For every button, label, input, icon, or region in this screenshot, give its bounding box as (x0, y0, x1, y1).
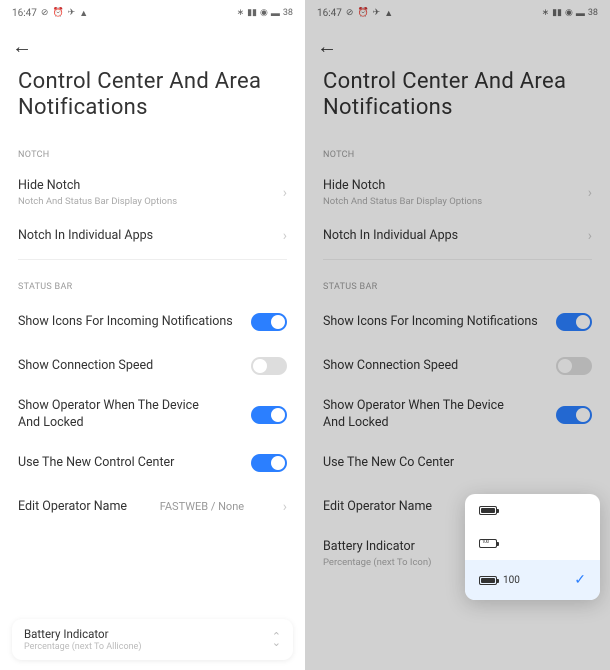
edit-operator-label: Edit Operator Name (323, 499, 432, 515)
page-title: Control Center And Area Notifications (305, 63, 610, 132)
row-edit-operator[interactable]: Edit Operator Name FASTWEB / None › (0, 485, 305, 529)
battery-icon: ▬ (271, 8, 280, 19)
row-conn-speed[interactable]: Show Connection Speed (0, 344, 305, 388)
conn-speed-label: Show Connection Speed (323, 358, 458, 374)
row-show-icons[interactable]: Show Icons For Incoming Notifications (0, 300, 305, 344)
status-time: 16:47 (12, 8, 37, 19)
cloud-icon: ▲ (79, 8, 88, 19)
use-cc-label: Use The New Co Center (323, 455, 454, 471)
wifi-icon: ◉ (260, 8, 268, 18)
row-show-icons[interactable]: Show Icons For Incoming Notifications (305, 300, 610, 344)
updown-icon: ⌃⌄ (272, 634, 281, 645)
row-show-operator[interactable]: Show Operator When The Device And Locked (0, 388, 305, 441)
back-row: ← (0, 26, 305, 63)
row-hide-notch[interactable]: Hide Notch Notch And Status Bar Display … (0, 168, 305, 218)
show-icons-toggle[interactable] (556, 313, 592, 331)
wifi-icon: ◉ (565, 8, 573, 18)
chevron-icon: › (588, 228, 592, 244)
conn-speed-label: Show Connection Speed (18, 358, 153, 374)
row-notch-apps[interactable]: Notch In Individual Apps › (305, 217, 610, 255)
show-operator-label: Show Operator When The Device And Locked (323, 398, 523, 431)
battery-indicator-card[interactable]: Battery Indicator Percentage (next To Al… (12, 619, 293, 660)
battery-number-icon (479, 539, 497, 548)
battery-filled-icon (479, 506, 497, 515)
show-operator-toggle[interactable] (251, 406, 287, 424)
chevron-icon: › (283, 185, 287, 201)
battery-icon: ▬ (576, 8, 585, 19)
back-row: ← (305, 26, 610, 63)
telegram-icon: ✈ (373, 8, 381, 18)
signal-icon: ▮▮ (552, 8, 562, 18)
alarm-icon: ⏰ (52, 8, 63, 18)
conn-speed-toggle[interactable] (251, 357, 287, 375)
divider (18, 259, 287, 260)
battery-ind-label: Battery Indicator (24, 627, 141, 641)
hide-notch-label: Hide Notch (323, 178, 580, 194)
edit-operator-label: Edit Operator Name (18, 499, 127, 515)
telegram-icon: ✈ (68, 8, 76, 18)
battery-pct: 38 (283, 8, 293, 18)
popup-option-filled[interactable] (465, 494, 600, 527)
use-cc-toggle[interactable] (251, 454, 287, 472)
chevron-icon: › (283, 228, 287, 244)
popup-pct-label: 100 (503, 575, 520, 586)
status-time: 16:47 (317, 8, 342, 19)
row-use-cc[interactable]: Use The New Co Center (305, 441, 610, 485)
row-conn-speed[interactable]: Show Connection Speed (305, 344, 610, 388)
battery-pct: 38 (588, 8, 598, 18)
status-bar: 16:47 ⊘ ⏰ ✈ ▲ ∗ ▮▮ ◉ ▬ 38 (0, 0, 305, 26)
cloud-icon: ▲ (384, 8, 393, 19)
show-icons-toggle[interactable] (251, 313, 287, 331)
edit-operator-value: FASTWEB / None (160, 500, 244, 513)
back-button[interactable]: ← (12, 34, 32, 59)
screen-right: 16:47 ⊘ ⏰ ✈ ▲ ∗ ▮▮ ◉ ▬ 38 ← Control Cent… (305, 0, 610, 670)
status-bar: 16:47 ⊘ ⏰ ✈ ▲ ∗ ▮▮ ◉ ▬ 38 (305, 0, 610, 26)
show-operator-toggle[interactable] (556, 406, 592, 424)
section-notch: NOTCH (0, 132, 305, 168)
hide-notch-sub: Notch And Status Bar Display Options (323, 196, 580, 207)
section-statusbar: STATUS BAR (0, 264, 305, 300)
divider (323, 259, 592, 260)
hide-notch-label: Hide Notch (18, 178, 275, 194)
popup-option-percent-next[interactable]: 100 ✓ (465, 560, 600, 600)
notch-apps-label: Notch In Individual Apps (323, 228, 580, 244)
battery-ind-sub: Percentage (next To Allicone) (24, 642, 141, 652)
battery-indicator-popup: 100 ✓ (465, 494, 600, 600)
row-show-operator[interactable]: Show Operator When The Device And Locked (305, 388, 610, 441)
check-icon: ✓ (574, 572, 586, 588)
dnd-icon: ⊘ (41, 8, 49, 18)
screen-left: 16:47 ⊘ ⏰ ✈ ▲ ∗ ▮▮ ◉ ▬ 38 ← Control Cent… (0, 0, 305, 670)
show-icons-label: Show Icons For Incoming Notifications (18, 314, 233, 330)
alarm-icon: ⏰ (357, 8, 368, 18)
bluetooth-icon: ∗ (542, 8, 550, 18)
show-icons-label: Show Icons For Incoming Notifications (323, 314, 538, 330)
conn-speed-toggle[interactable] (556, 357, 592, 375)
page-title: Control Center And Area Notifications (0, 63, 305, 132)
status-right: ∗ ▮▮ ◉ ▬ 38 (542, 8, 598, 19)
popup-option-number-inside[interactable] (465, 527, 600, 560)
notch-apps-label: Notch In Individual Apps (18, 228, 275, 244)
section-statusbar: STATUS BAR (305, 264, 610, 300)
status-left: 16:47 ⊘ ⏰ ✈ ▲ (12, 8, 88, 19)
chevron-icon: › (283, 499, 287, 515)
bluetooth-icon: ∗ (237, 8, 245, 18)
back-button[interactable]: ← (317, 34, 337, 59)
hide-notch-sub: Notch And Status Bar Display Options (18, 196, 275, 207)
row-use-cc[interactable]: Use The New Control Center (0, 441, 305, 485)
signal-icon: ▮▮ (247, 8, 257, 18)
chevron-icon: › (588, 185, 592, 201)
use-cc-label: Use The New Control Center (18, 455, 174, 471)
battery-filled-icon (479, 576, 497, 585)
status-left: 16:47 ⊘ ⏰ ✈ ▲ (317, 8, 393, 19)
row-notch-apps[interactable]: Notch In Individual Apps › (0, 217, 305, 255)
show-operator-label: Show Operator When The Device And Locked (18, 398, 218, 431)
status-right: ∗ ▮▮ ◉ ▬ 38 (237, 8, 293, 19)
dnd-icon: ⊘ (346, 8, 354, 18)
section-notch: NOTCH (305, 132, 610, 168)
row-hide-notch[interactable]: Hide Notch Notch And Status Bar Display … (305, 168, 610, 218)
